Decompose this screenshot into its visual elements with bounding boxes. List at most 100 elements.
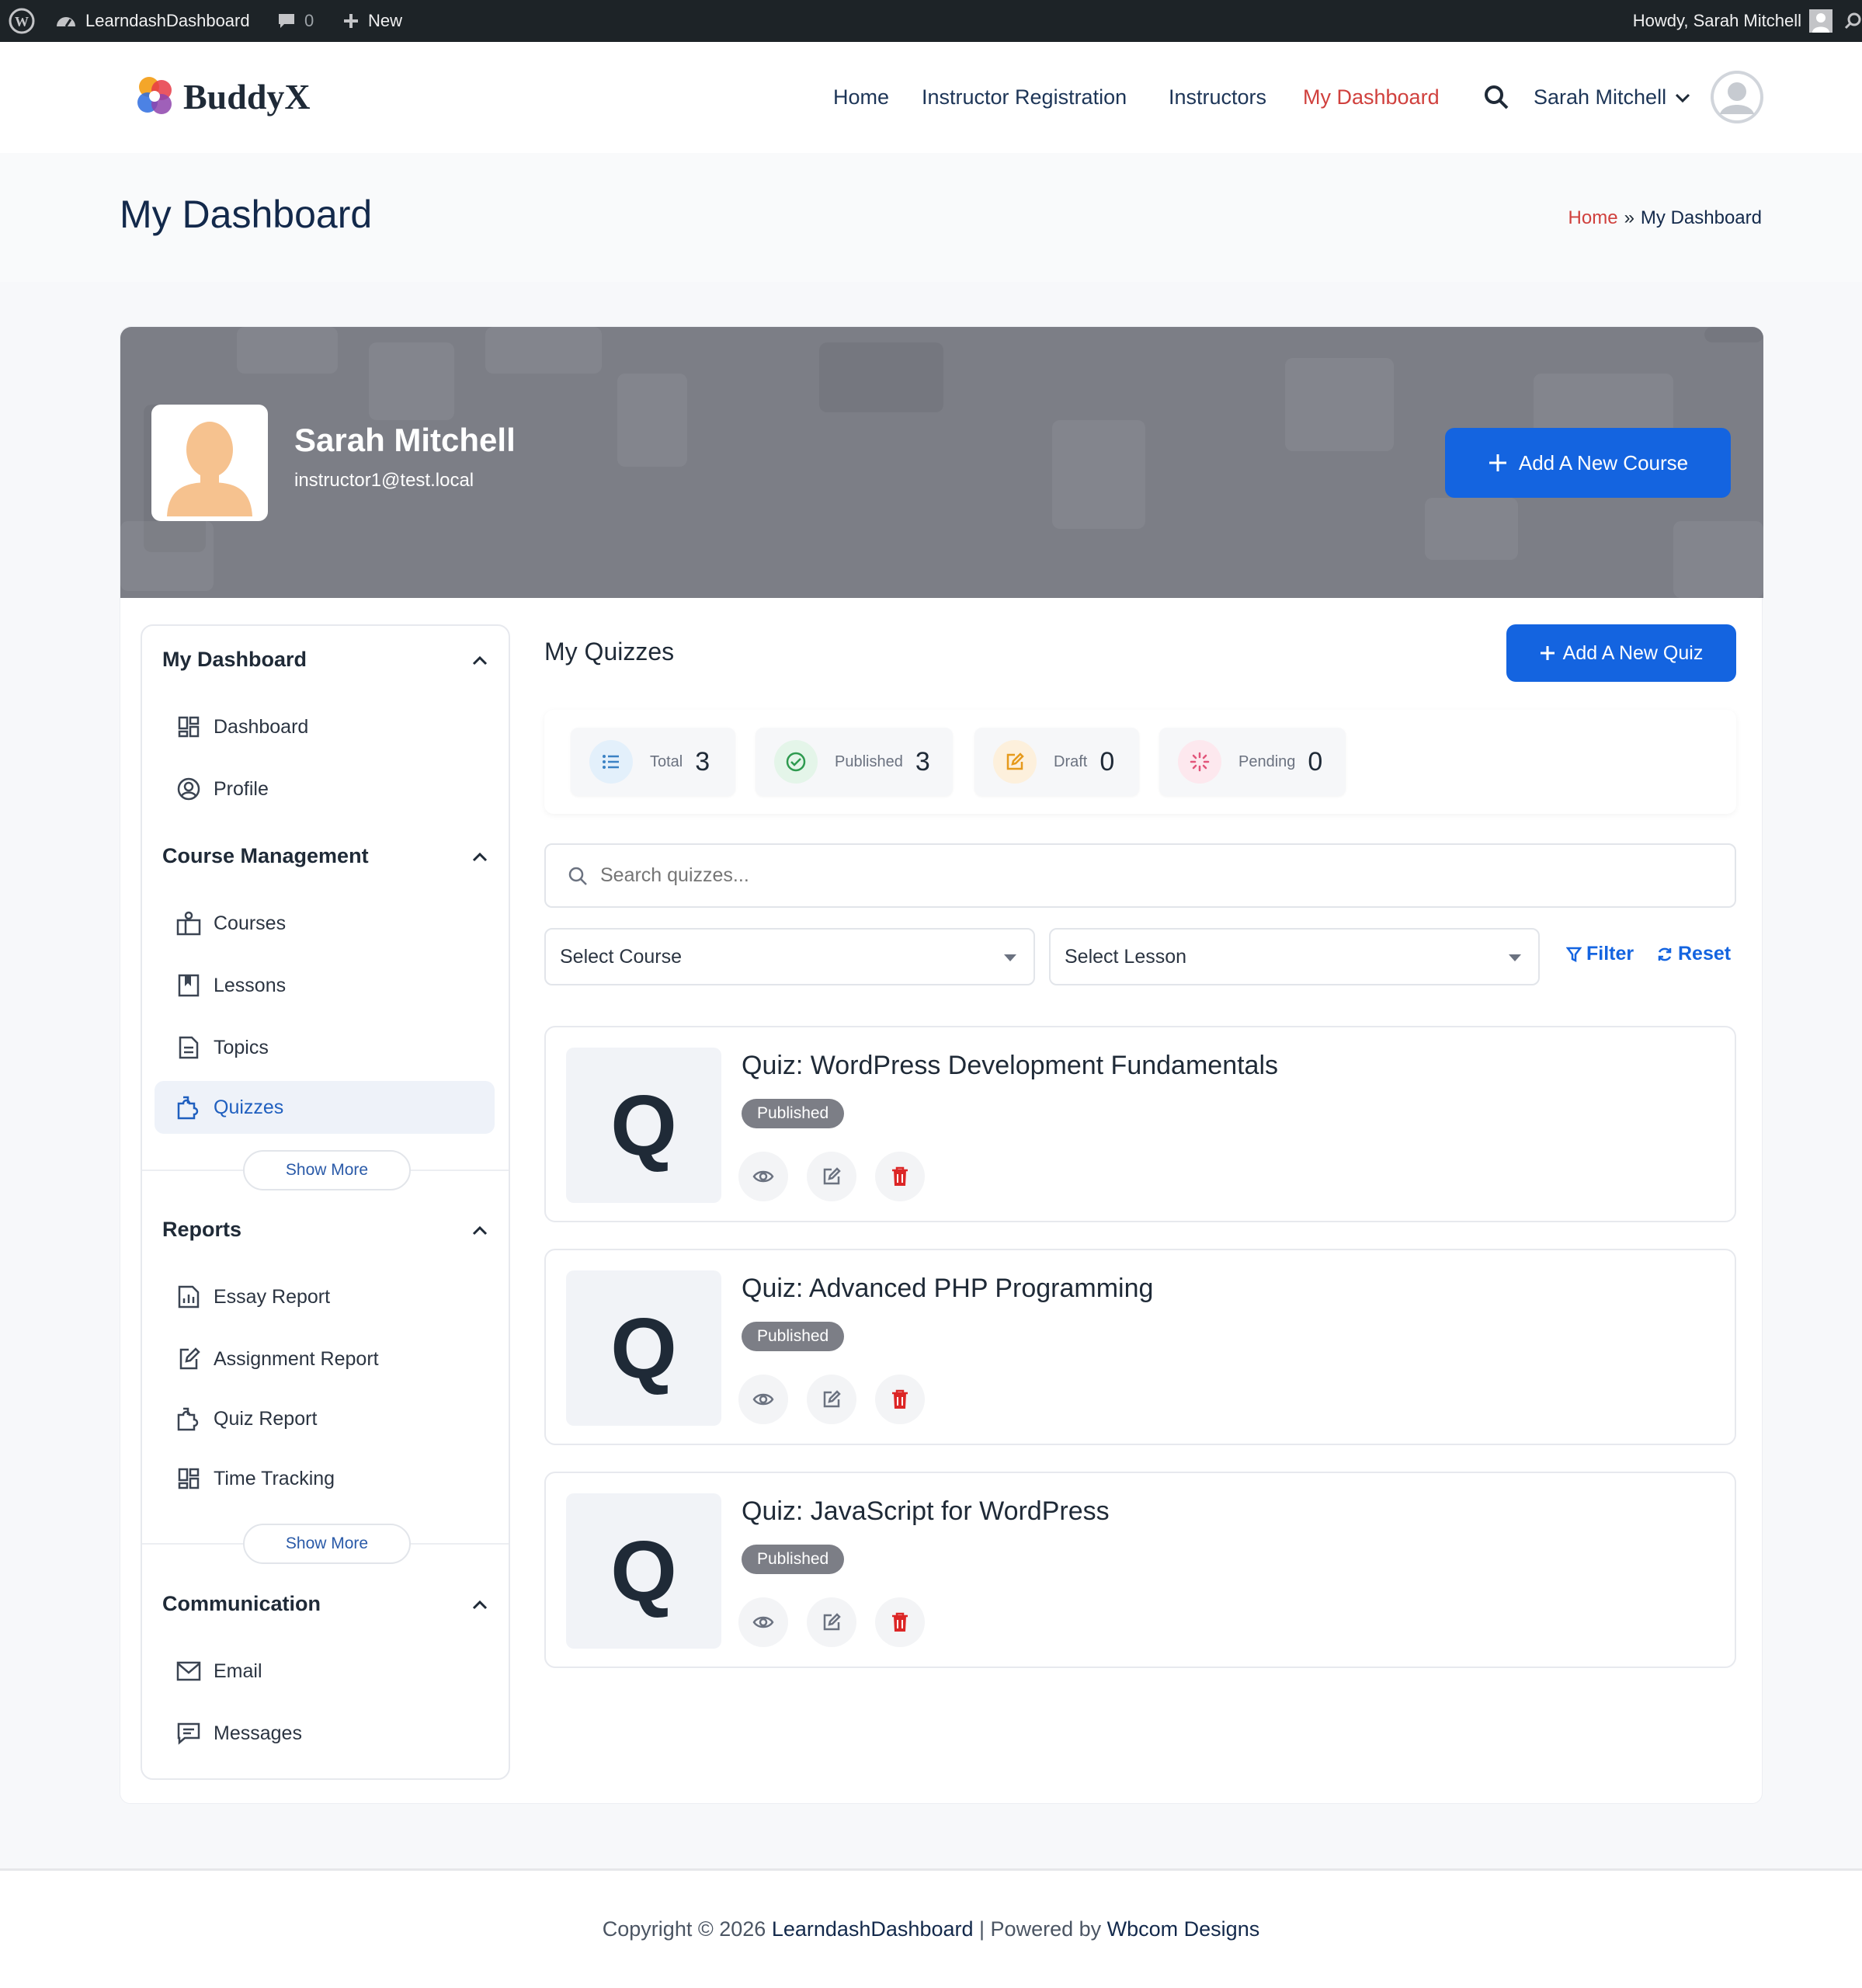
search-field[interactable] — [544, 843, 1736, 908]
delete-button[interactable] — [875, 1375, 925, 1424]
nav-my-dashboard[interactable]: My Dashboard — [1303, 42, 1440, 153]
section-reports-title[interactable]: Reports — [162, 1218, 241, 1242]
sidebar-item-topics[interactable]: Topics — [155, 1021, 495, 1074]
sidebar-item-label: Assignment Report — [214, 1347, 379, 1370]
show-more-button[interactable]: Show More — [243, 1150, 411, 1190]
sidebar-item-quizzes[interactable]: Quizzes — [155, 1081, 495, 1134]
search-icon — [568, 867, 587, 885]
puzzle-icon — [175, 1405, 203, 1433]
quiz-title[interactable]: Quiz: WordPress Development Fundamentals — [742, 1051, 1278, 1081]
search-input[interactable] — [600, 864, 1687, 887]
chevron-up-icon[interactable] — [471, 849, 488, 866]
sidebar-item-courses[interactable]: Courses — [155, 897, 495, 950]
user-menu[interactable]: Sarah Mitchell — [1534, 42, 1691, 153]
trash-icon — [892, 1389, 908, 1409]
reset-label: Reset — [1678, 943, 1732, 964]
footer-powered-by: | Powered by — [979, 1917, 1102, 1941]
trash-icon — [892, 1612, 908, 1632]
admin-site-link[interactable]: LearndashDashboard — [54, 0, 250, 42]
sidebar-item-email[interactable]: Email — [155, 1645, 495, 1698]
nav-instructors[interactable]: Instructors — [1169, 42, 1266, 153]
sidebar-item-lessons[interactable]: Lessons — [155, 959, 495, 1012]
sidebar-item-assignment-report[interactable]: Assignment Report — [155, 1333, 495, 1385]
sidebar-item-quiz-report[interactable]: Quiz Report — [155, 1392, 495, 1445]
sidebar-item-dashboard[interactable]: Dashboard — [155, 700, 495, 753]
sidebar-item-label: Profile — [214, 777, 269, 800]
quiz-thumbnail[interactable]: Q — [566, 1493, 721, 1649]
sidebar-item-time-tracking[interactable]: Time Tracking — [155, 1452, 495, 1505]
plus-icon — [1540, 646, 1555, 660]
status-badge: Published — [742, 1099, 845, 1128]
section-my-dashboard-title[interactable]: My Dashboard — [162, 648, 307, 672]
view-button[interactable] — [738, 1375, 788, 1424]
sidebar-item-essay-report[interactable]: Essay Report — [155, 1270, 495, 1323]
add-quiz-button[interactable]: Add A New Quiz — [1506, 624, 1736, 682]
stat-label: Published — [835, 752, 903, 770]
filter-button[interactable]: Filter — [1566, 943, 1634, 965]
header-avatar[interactable] — [1711, 71, 1763, 123]
footer-site-link[interactable]: LearndashDashboard — [772, 1917, 974, 1941]
mail-icon — [175, 1657, 203, 1685]
logo-text: BuddyX — [183, 76, 311, 116]
sidebar-item-messages[interactable]: Messages — [155, 1707, 495, 1760]
add-course-button[interactable]: Add A New Course — [1445, 428, 1731, 498]
edit-button[interactable] — [807, 1375, 856, 1424]
plus-icon — [1489, 454, 1506, 471]
reset-button[interactable]: Reset — [1656, 943, 1731, 965]
sidebar: My Dashboard Dashboard Profile Course Ma… — [141, 624, 510, 1780]
refresh-icon — [1658, 947, 1672, 961]
stat-published: Published 3 — [756, 728, 953, 796]
chevron-up-icon[interactable] — [471, 652, 488, 669]
quiz-thumbnail[interactable]: Q — [566, 1048, 721, 1203]
profile-banner: Sarah Mitchell instructor1@test.local Ad… — [120, 327, 1763, 598]
chevron-up-icon[interactable] — [471, 1597, 488, 1614]
chevron-up-icon[interactable] — [471, 1222, 488, 1239]
section-course-management-title[interactable]: Course Management — [162, 844, 369, 868]
select-lesson-dropdown[interactable]: Select Lesson — [1049, 928, 1540, 985]
edit-button[interactable] — [807, 1152, 856, 1201]
puzzle-icon — [175, 1093, 203, 1121]
admin-new[interactable]: New — [342, 0, 402, 42]
quiz-card: Q Quiz: WordPress Development Fundamenta… — [544, 1026, 1736, 1222]
sidebar-item-label: Time Tracking — [214, 1467, 335, 1489]
stat-value: 3 — [915, 746, 930, 777]
quiz-thumbnail[interactable]: Q — [566, 1270, 721, 1426]
admin-search-icon[interactable] — [1843, 0, 1862, 42]
header-search-icon[interactable] — [1483, 84, 1509, 110]
sidebar-item-label: Lessons — [214, 974, 287, 996]
footer-designer-link[interactable]: Wbcom Designs — [1107, 1917, 1260, 1941]
admin-account[interactable]: Howdy, Sarah Mitchell — [1633, 0, 1832, 42]
delete-button[interactable] — [875, 1152, 925, 1201]
header-user-name: Sarah Mitchell — [1534, 85, 1667, 109]
edit-button[interactable] — [807, 1597, 856, 1647]
nav-instructor-registration[interactable]: Instructor Registration — [922, 42, 1127, 153]
eye-icon — [752, 1616, 774, 1628]
edit-icon — [823, 1390, 841, 1408]
show-more-button[interactable]: Show More — [243, 1524, 411, 1564]
select-course-dropdown[interactable]: Select Course — [544, 928, 1035, 985]
view-button[interactable] — [738, 1152, 788, 1201]
nav-home[interactable]: Home — [833, 42, 889, 153]
quiz-title[interactable]: Quiz: JavaScript for WordPress — [742, 1496, 1110, 1527]
breadcrumb-current: My Dashboard — [1640, 207, 1762, 228]
wordpress-logo-icon[interactable]: W — [8, 0, 36, 42]
page-title-band: My Dashboard Home » My Dashboard — [0, 153, 1862, 282]
site-footer: Copyright © 2026 LearndashDashboard | Po… — [0, 1868, 1862, 1988]
dashboard-grid-icon — [175, 1465, 203, 1493]
delete-button[interactable] — [875, 1597, 925, 1647]
sidebar-item-profile[interactable]: Profile — [155, 763, 495, 815]
section-communication-title[interactable]: Communication — [162, 1592, 321, 1616]
site-logo[interactable]: BuddyX — [134, 73, 311, 120]
breadcrumb-home[interactable]: Home — [1568, 207, 1618, 229]
add-quiz-label: Add A New Quiz — [1562, 641, 1704, 664]
buddyx-logo-icon — [137, 77, 172, 114]
status-badge: Published — [742, 1545, 845, 1574]
stat-label: Total — [650, 752, 683, 770]
stat-label: Draft — [1054, 752, 1088, 770]
breadcrumb: Home » My Dashboard — [1568, 207, 1762, 229]
view-button[interactable] — [738, 1597, 788, 1647]
quiz-title[interactable]: Quiz: Advanced PHP Programming — [742, 1274, 1153, 1304]
admin-comments[interactable]: 0 — [276, 0, 314, 42]
stat-label: Pending — [1238, 752, 1296, 770]
dashboard-content: Sarah Mitchell instructor1@test.local Ad… — [120, 326, 1763, 1804]
